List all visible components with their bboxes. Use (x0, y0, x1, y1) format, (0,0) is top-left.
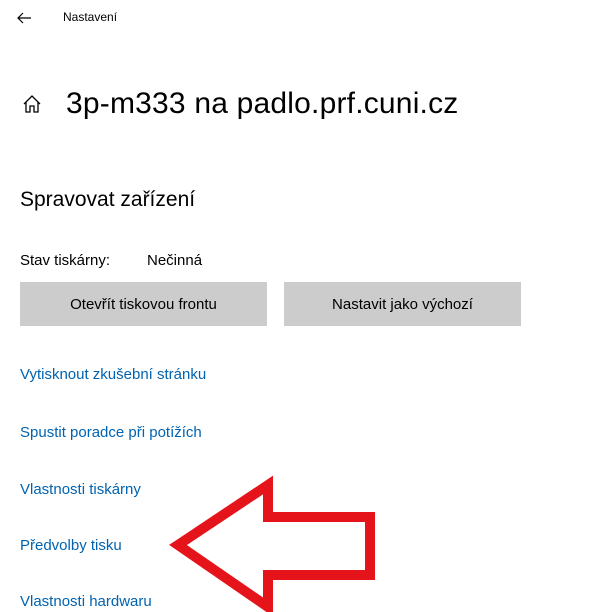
status-value: Nečinná (147, 252, 203, 269)
page-title: 3p-m333 na padlo.prf.cuni.cz (66, 87, 459, 120)
action-buttons: Otevřít tiskovou frontu Nastavit jako vý… (20, 282, 521, 326)
printer-status: Stav tiskárny: Nečinná (20, 252, 202, 269)
set-as-default-button[interactable]: Nastavit jako výchozí (284, 282, 521, 326)
app-title: Nastavení (63, 10, 118, 24)
open-print-queue-button[interactable]: Otevřít tiskovou frontu (20, 282, 267, 326)
hardware-properties-link[interactable]: Vlastnosti hardwaru (20, 593, 152, 610)
arrow-left-icon (17, 12, 31, 24)
page-header: 3p-m333 na padlo.prf.cuni.cz (20, 84, 459, 124)
back-button[interactable] (10, 4, 38, 32)
printing-preferences-link[interactable]: Předvolby tisku (20, 537, 122, 554)
settings-page: Nastavení 3p-m333 na padlo.prf.cuni.cz S… (0, 0, 603, 612)
title-bar: Nastavení (0, 0, 603, 44)
section-title: Spravovat zařízení (20, 188, 196, 211)
home-icon[interactable] (20, 92, 44, 116)
run-troubleshooter-link[interactable]: Spustit poradce při potížích (20, 424, 202, 441)
status-label: Stav tiskárny: (20, 252, 111, 269)
printer-properties-link[interactable]: Vlastnosti tiskárny (20, 481, 141, 498)
print-test-page-link[interactable]: Vytisknout zkušební stránku (20, 366, 206, 383)
